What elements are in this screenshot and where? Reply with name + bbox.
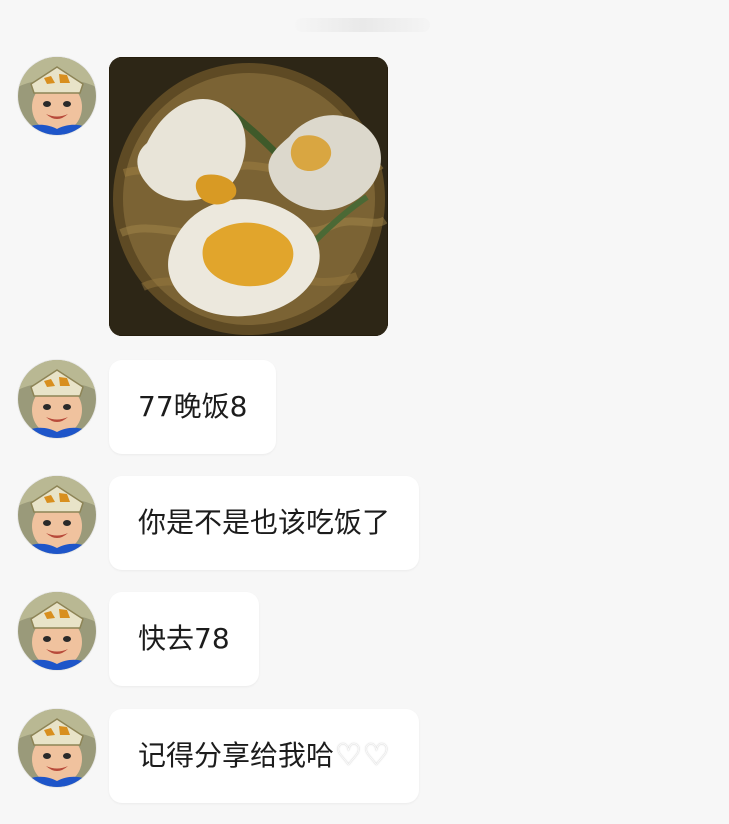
message-row: 77晚饭8 xyxy=(18,360,277,454)
avatar[interactable] xyxy=(18,57,96,135)
message-text: 你是不是也该吃饭了 xyxy=(138,506,391,539)
message-bubble[interactable]: 记得分享给我哈 ♡ ♡ xyxy=(109,709,419,803)
shared-food-image[interactable] xyxy=(109,57,388,336)
message-bubble[interactable]: 77晚饭8 xyxy=(109,360,277,454)
white-heart-icon: ♡ xyxy=(362,738,390,773)
avatar-photo-icon xyxy=(18,57,96,135)
message-row-image xyxy=(18,57,388,336)
noodles-with-eggs-image xyxy=(109,57,388,336)
avatar[interactable] xyxy=(18,476,96,554)
message-text: 77晚饭8 xyxy=(138,390,248,423)
message-text: 快去78 xyxy=(138,622,230,655)
message-text: 记得分享给我哈 xyxy=(138,739,335,772)
avatar-photo-icon xyxy=(18,592,96,670)
avatar-photo-icon xyxy=(18,709,96,787)
avatar-photo-icon xyxy=(18,360,96,438)
avatar[interactable] xyxy=(18,709,96,787)
message-row: 记得分享给我哈 ♡ ♡ xyxy=(18,709,419,803)
avatar-photo-icon xyxy=(18,476,96,554)
message-row: 快去78 xyxy=(18,592,259,686)
avatar[interactable] xyxy=(18,360,96,438)
message-bubble[interactable]: 快去78 xyxy=(109,592,259,686)
message-bubble[interactable]: 你是不是也该吃饭了 xyxy=(109,476,420,570)
message-row: 你是不是也该吃饭了 xyxy=(18,476,420,570)
status-bar-fade xyxy=(295,18,430,32)
avatar[interactable] xyxy=(18,592,96,670)
white-heart-icon: ♡ xyxy=(335,738,362,773)
